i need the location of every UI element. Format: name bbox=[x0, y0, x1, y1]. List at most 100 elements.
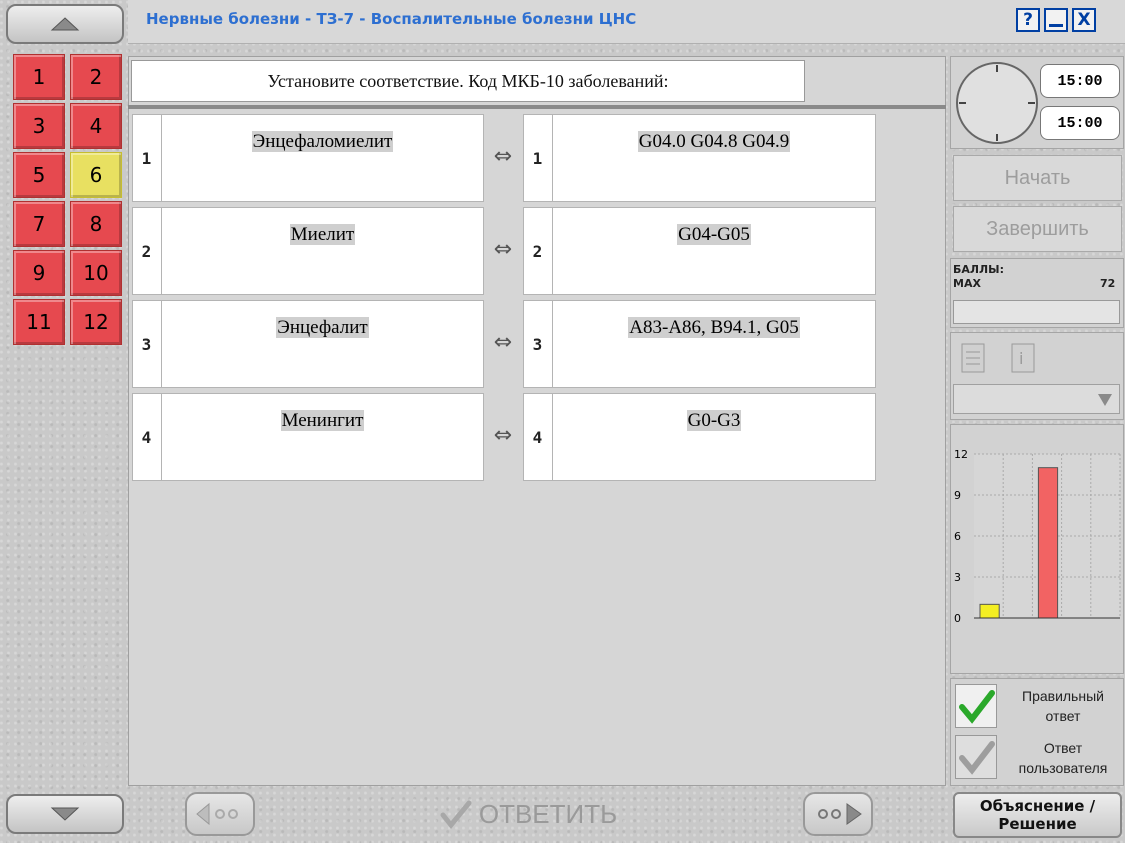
finish-button[interactable]: Завершить bbox=[953, 206, 1122, 252]
info-view-icon[interactable]: i bbox=[1006, 340, 1046, 376]
left-item-text-box: Энцефаломиелит bbox=[161, 115, 483, 201]
total-time: 15:00 bbox=[1040, 64, 1120, 98]
next-arrow-icon bbox=[818, 803, 862, 825]
left-item-text: Менингит bbox=[280, 410, 365, 431]
question-number-button[interactable]: 6 bbox=[70, 152, 122, 198]
left-match-cell[interactable]: 2 Миелит bbox=[132, 207, 484, 295]
left-item-label-wrap: Менингит bbox=[162, 410, 483, 432]
svg-text:i: i bbox=[1019, 349, 1023, 368]
right-item-text-box: G0-G3 bbox=[552, 394, 875, 480]
score-field bbox=[953, 300, 1120, 324]
question-number-button[interactable]: 7 bbox=[13, 201, 65, 247]
remaining-time: 15:00 bbox=[1040, 106, 1120, 140]
right-item-text-box: A83-A86, B94.1, G05 bbox=[552, 301, 875, 387]
left-item-number: 1 bbox=[141, 148, 152, 168]
next-button[interactable] bbox=[803, 792, 873, 836]
question-number-button[interactable]: 5 bbox=[13, 152, 65, 198]
right-item-number: 3 bbox=[532, 334, 543, 354]
bar-2 bbox=[1037, 467, 1059, 619]
dropdown-arrow-icon bbox=[1098, 394, 1112, 406]
user-answer-label: Ответ пользователя bbox=[1018, 740, 1108, 776]
check-icon bbox=[440, 800, 472, 829]
match-arrow-icon: ⇔ bbox=[493, 237, 513, 262]
left-match-cell[interactable]: 4 Менингит bbox=[132, 393, 484, 481]
right-match-cell[interactable]: 2 G04-G05 bbox=[523, 207, 876, 295]
left-item-text: Миелит bbox=[289, 224, 356, 245]
left-match-cell[interactable]: 3 Энцефалит bbox=[132, 300, 484, 388]
match-arrow-icon: ⇔ bbox=[493, 144, 513, 169]
right-match-cell[interactable]: 1 G04.0 G04.8 G04.9 bbox=[523, 114, 876, 202]
left-item-text-box: Миелит bbox=[161, 208, 483, 294]
answer-button[interactable]: ОТВЕТИТЬ bbox=[263, 792, 793, 836]
right-item-number: 2 bbox=[532, 241, 543, 261]
question-number-button[interactable]: 3 bbox=[13, 103, 65, 149]
dropdown[interactable] bbox=[953, 384, 1120, 414]
right-item-label-wrap: A83-A86, B94.1, G05 bbox=[553, 317, 875, 339]
start-button[interactable]: Начать bbox=[953, 155, 1122, 201]
window-title: Нервные болезни - ТЗ-7 - Воспалительные … bbox=[146, 10, 637, 28]
y-tick-label: 9 bbox=[954, 489, 961, 502]
chevron-down-icon bbox=[50, 807, 80, 821]
question-number-button[interactable]: 9 bbox=[13, 250, 65, 296]
clock-icon bbox=[956, 62, 1038, 144]
match-arrow-icon: ⇔ bbox=[493, 423, 513, 448]
right-item-label-wrap: G04.0 G04.8 G04.9 bbox=[553, 131, 875, 153]
left-item-number: 3 bbox=[141, 334, 152, 354]
y-tick-label: 12 bbox=[954, 448, 968, 461]
y-tick-label: 0 bbox=[954, 612, 961, 625]
question-prompt: Установите соответствие. Код МКБ-10 забо… bbox=[131, 60, 805, 102]
score-label: БАЛЛЫ: bbox=[953, 263, 1004, 276]
scroll-down-button[interactable] bbox=[6, 794, 124, 834]
question-number-button[interactable]: 12 bbox=[70, 299, 122, 345]
prev-arrow-icon bbox=[196, 802, 238, 826]
y-tick-label: 3 bbox=[954, 571, 961, 584]
green-check-icon bbox=[959, 690, 995, 724]
close-button[interactable]: X bbox=[1072, 8, 1096, 32]
right-match-cell[interactable]: 4 G0-G3 bbox=[523, 393, 876, 481]
explanation-button[interactable]: Объяснение / Решение bbox=[953, 792, 1122, 838]
left-item-label-wrap: Энцефалит bbox=[162, 317, 483, 339]
gray-check-icon bbox=[959, 741, 995, 775]
left-match-cell[interactable]: 1 Энцефаломиелит bbox=[132, 114, 484, 202]
question-number-button[interactable]: 1 bbox=[13, 54, 65, 100]
left-item-text: Энцефаломиелит bbox=[251, 131, 394, 152]
right-item-text-box: G04.0 G04.8 G04.9 bbox=[552, 115, 875, 201]
left-item-text-box: Энцефалит bbox=[161, 301, 483, 387]
bar-0 bbox=[979, 603, 1000, 619]
right-item-text: G04.0 G04.8 G04.9 bbox=[637, 131, 791, 152]
question-number-button[interactable]: 4 bbox=[70, 103, 122, 149]
right-item-number: 4 bbox=[532, 427, 543, 447]
divider bbox=[128, 105, 946, 109]
prev-button[interactable] bbox=[185, 792, 255, 836]
left-item-number: 4 bbox=[141, 427, 152, 447]
match-arrow-icon: ⇔ bbox=[493, 330, 513, 355]
right-item-text-box: G04-G05 bbox=[552, 208, 875, 294]
score-max-value: 72 bbox=[1100, 277, 1116, 290]
list-view-icon[interactable] bbox=[956, 340, 996, 376]
left-item-text: Энцефалит bbox=[276, 317, 369, 338]
question-number-button[interactable]: 11 bbox=[13, 299, 65, 345]
question-number-button[interactable]: 10 bbox=[70, 250, 122, 296]
chevron-up-icon bbox=[50, 17, 80, 31]
right-item-text: G0-G3 bbox=[686, 410, 742, 431]
right-item-label-wrap: G04-G05 bbox=[553, 224, 875, 246]
right-match-cell[interactable]: 3 A83-A86, B94.1, G05 bbox=[523, 300, 876, 388]
left-item-number: 2 bbox=[141, 241, 152, 261]
left-item-label-wrap: Миелит bbox=[162, 224, 483, 246]
question-number-button[interactable]: 2 bbox=[70, 54, 122, 100]
user-answer-toggle[interactable] bbox=[955, 735, 997, 779]
correct-answer-label: Правильный ответ bbox=[1022, 688, 1104, 724]
left-item-text-box: Менингит bbox=[161, 394, 483, 480]
minimize-button[interactable] bbox=[1044, 8, 1068, 32]
help-button[interactable]: ? bbox=[1016, 8, 1040, 32]
right-item-label-wrap: G0-G3 bbox=[553, 410, 875, 432]
scroll-up-button[interactable] bbox=[6, 4, 124, 44]
right-item-number: 1 bbox=[532, 148, 543, 168]
right-item-text: A83-A86, B94.1, G05 bbox=[628, 317, 800, 338]
question-number-button[interactable]: 8 bbox=[70, 201, 122, 247]
score-max-label: MAX bbox=[953, 277, 981, 290]
stats-chart: 036912Част.Прав.Непр.Ост.Без оц. bbox=[954, 448, 1121, 625]
minimize-icon bbox=[1049, 23, 1063, 27]
correct-answer-toggle[interactable] bbox=[955, 684, 997, 728]
left-item-label-wrap: Энцефаломиелит bbox=[162, 131, 483, 153]
